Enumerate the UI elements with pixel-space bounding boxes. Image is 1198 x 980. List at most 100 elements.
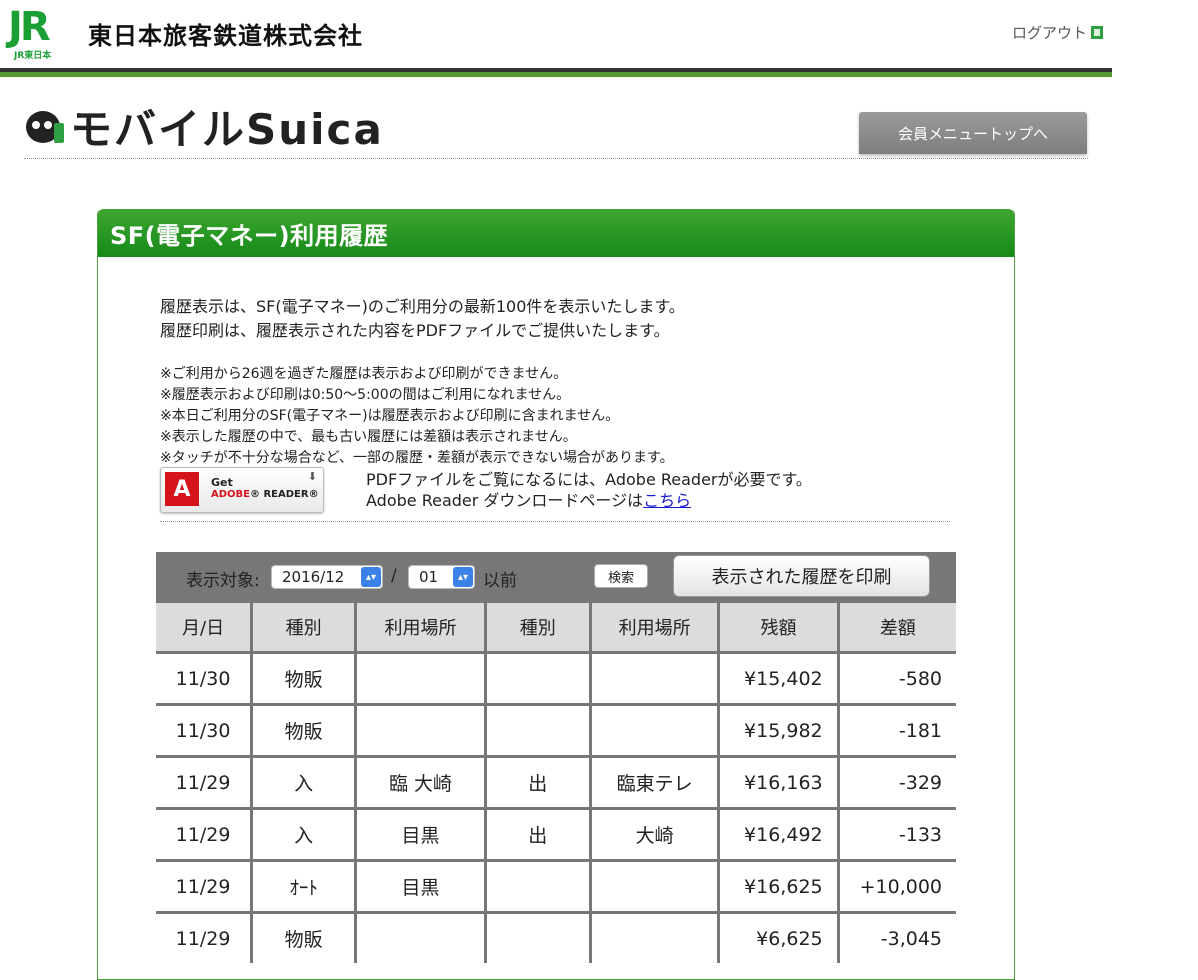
table-cell: ¥6,625 — [720, 914, 837, 963]
table-cell: ｵｰﾄ — [253, 862, 355, 911]
table-row: 11/30 物販 ¥15,982 -181 — [156, 706, 956, 755]
adobe-product-label: ADOBE® READER® — [211, 489, 319, 500]
jr-sub-label: JR東日本 — [14, 51, 52, 61]
filter-controls: 表示対象: 2016/12 ▴▾ / 01 ▴▾ 以前 検索 表示された履歴を印… — [156, 552, 956, 600]
table-row: 11/30 物販 ¥15,402 -580 — [156, 654, 956, 703]
table-cell — [357, 706, 484, 755]
table-cell: 目黒 — [357, 810, 484, 859]
table-cell: -133 — [839, 810, 956, 859]
header-place-in: 利用場所 — [357, 603, 484, 651]
table-cell: 臨 大崎 — [357, 758, 484, 807]
intro-text: 履歴表示は、SF(電子マネー)のご利用分の最新100件を表示いたします。 履歴印… — [160, 295, 685, 343]
table-cell: 11/30 — [156, 706, 251, 755]
adobe-note-line1: PDFファイルをご覧になるには、Adobe Readerが必要です。 — [366, 470, 812, 489]
table-cell — [486, 914, 589, 963]
intro-line: 履歴印刷は、履歴表示された内容をPDFファイルでご提供いたします。 — [160, 321, 670, 340]
table-cell — [486, 654, 589, 703]
table-cell: 大崎 — [591, 810, 718, 859]
get-adobe-reader-button[interactable]: A Get ADOBE® READER® ⬇ — [160, 467, 324, 513]
note-line: ※表示した履歴の中で、最も古い履歴には差額は表示されません。 — [160, 429, 577, 445]
table-cell — [357, 654, 484, 703]
search-button[interactable]: 検索 — [594, 564, 648, 588]
intro-line: 履歴表示は、SF(電子マネー)のご利用分の最新100件を表示いたします。 — [160, 297, 685, 316]
member-menu-top-button[interactable]: 会員メニュートップへ — [859, 112, 1087, 154]
day-value: 01 — [419, 568, 439, 586]
table-cell: 11/30 — [156, 654, 251, 703]
table-cell — [486, 862, 589, 911]
table-cell: ¥16,163 — [720, 758, 837, 807]
header-type-out: 種別 — [486, 603, 589, 651]
day-select[interactable]: 01 ▴▾ — [408, 565, 475, 589]
table-cell — [591, 914, 718, 963]
table-cell: 入 — [253, 758, 355, 807]
adobe-reader-note: PDFファイルをご覧になるには、Adobe Readerが必要です。 Adobe… — [366, 469, 812, 511]
table-cell — [591, 862, 718, 911]
table-cell: 11/29 — [156, 862, 251, 911]
mobile-suica-logo[interactable]: モバイルSuica — [24, 96, 384, 157]
table-cell: -329 — [839, 758, 956, 807]
header-balance: 残額 — [720, 603, 837, 651]
table-cell: 11/29 — [156, 914, 251, 963]
header-divider — [0, 68, 1112, 77]
print-history-button[interactable]: 表示された履歴を印刷 — [673, 555, 930, 597]
table-cell: +10,000 — [839, 862, 956, 911]
table-cell: ¥15,402 — [720, 654, 837, 703]
table-cell — [357, 914, 484, 963]
download-arrow-icon: ⬇ — [307, 470, 317, 483]
table-cell: 11/29 — [156, 758, 251, 807]
table-cell: 出 — [486, 810, 589, 859]
table-cell: 物販 — [253, 654, 355, 703]
month-value: 2016/12 — [282, 568, 345, 586]
panel-title: SF(電子マネー)利用履歴 — [98, 209, 1014, 257]
notes-list: ※ご利用から26週を過ぎた履歴は表示および印刷ができません。 ※履歴表示および印… — [160, 364, 674, 469]
table-cell — [486, 706, 589, 755]
table-cell: 11/29 — [156, 810, 251, 859]
jr-logo[interactable]: JR JR東日本 — [8, 6, 78, 62]
month-select[interactable]: 2016/12 ▴▾ — [271, 565, 383, 589]
note-line: ※履歴表示および印刷は0:50〜5:00の間はご利用になれません。 — [160, 387, 571, 403]
table-cell: -181 — [839, 706, 956, 755]
adobe-pdf-icon: A — [165, 472, 199, 506]
adobe-note-line2: Adobe Reader ダウンロードページはこちら — [366, 491, 692, 510]
select-arrows-icon: ▴▾ — [361, 567, 381, 587]
note-line: ※タッチが不十分な場合など、一部の履歴・差額が表示できない場合があります。 — [160, 450, 674, 466]
table-cell: 臨東テレ — [591, 758, 718, 807]
logout-link[interactable]: ログアウト — [1012, 22, 1104, 43]
logout-icon — [1091, 26, 1104, 39]
table-cell: 目黒 — [357, 862, 484, 911]
select-arrows-icon: ▴▾ — [453, 567, 473, 587]
table-row: 11/29 入臨 大崎出臨東テレ ¥16,163 -329 — [156, 758, 956, 807]
table-cell: -3,045 — [839, 914, 956, 963]
note-line: ※ご利用から26週を過ぎた履歴は表示および印刷ができません。 — [160, 366, 568, 382]
history-panel: SF(電子マネー)利用履歴 履歴表示は、SF(電子マネー)のご利用分の最新100… — [97, 209, 1015, 980]
table-cell: 物販 — [253, 914, 355, 963]
before-label: 以前 — [483, 571, 517, 591]
header-diff: 差額 — [839, 603, 956, 651]
date-separator: / — [391, 566, 397, 586]
table-cell: ¥16,492 — [720, 810, 837, 859]
history-table-wrap: 表示対象: 2016/12 ▴▾ / 01 ▴▾ 以前 検索 表示された履歴を印… — [156, 552, 956, 963]
dotted-divider — [160, 521, 950, 522]
table-cell: 物販 — [253, 706, 355, 755]
history-table: 月/日 種別 利用場所 種別 利用場所 残額 差額 11/30 物販 ¥15,402 -580 11… — [153, 600, 959, 966]
header-place-out: 利用場所 — [591, 603, 718, 651]
table-cell: -580 — [839, 654, 956, 703]
company-name: 東日本旅客鉄道株式会社 — [88, 22, 363, 50]
header-date: 月/日 — [156, 603, 251, 651]
jr-mark: JR — [8, 4, 51, 50]
table-cell: 入 — [253, 810, 355, 859]
table-header-row: 月/日 種別 利用場所 種別 利用場所 残額 差額 — [156, 603, 956, 651]
adobe-download-link[interactable]: こちら — [643, 491, 691, 510]
logout-label: ログアウト — [1012, 24, 1088, 42]
brand-row: モバイルSuica 会員メニュートップへ — [24, 92, 1088, 159]
target-label: 表示対象: — [186, 571, 260, 591]
header-type-in: 種別 — [253, 603, 355, 651]
adobe-get-label: Get — [211, 476, 233, 489]
note-line: ※本日ご利用分のSF(電子マネー)は履歴表示および印刷に含まれません。 — [160, 408, 620, 424]
table-cell: ¥16,625 — [720, 862, 837, 911]
table-cell — [591, 706, 718, 755]
penguin-icon — [24, 107, 68, 147]
suica-logo-text: モバイルSuica — [70, 105, 384, 154]
table-row: 11/29 入目黒出大崎 ¥16,492 -133 — [156, 810, 956, 859]
table-cell — [591, 654, 718, 703]
